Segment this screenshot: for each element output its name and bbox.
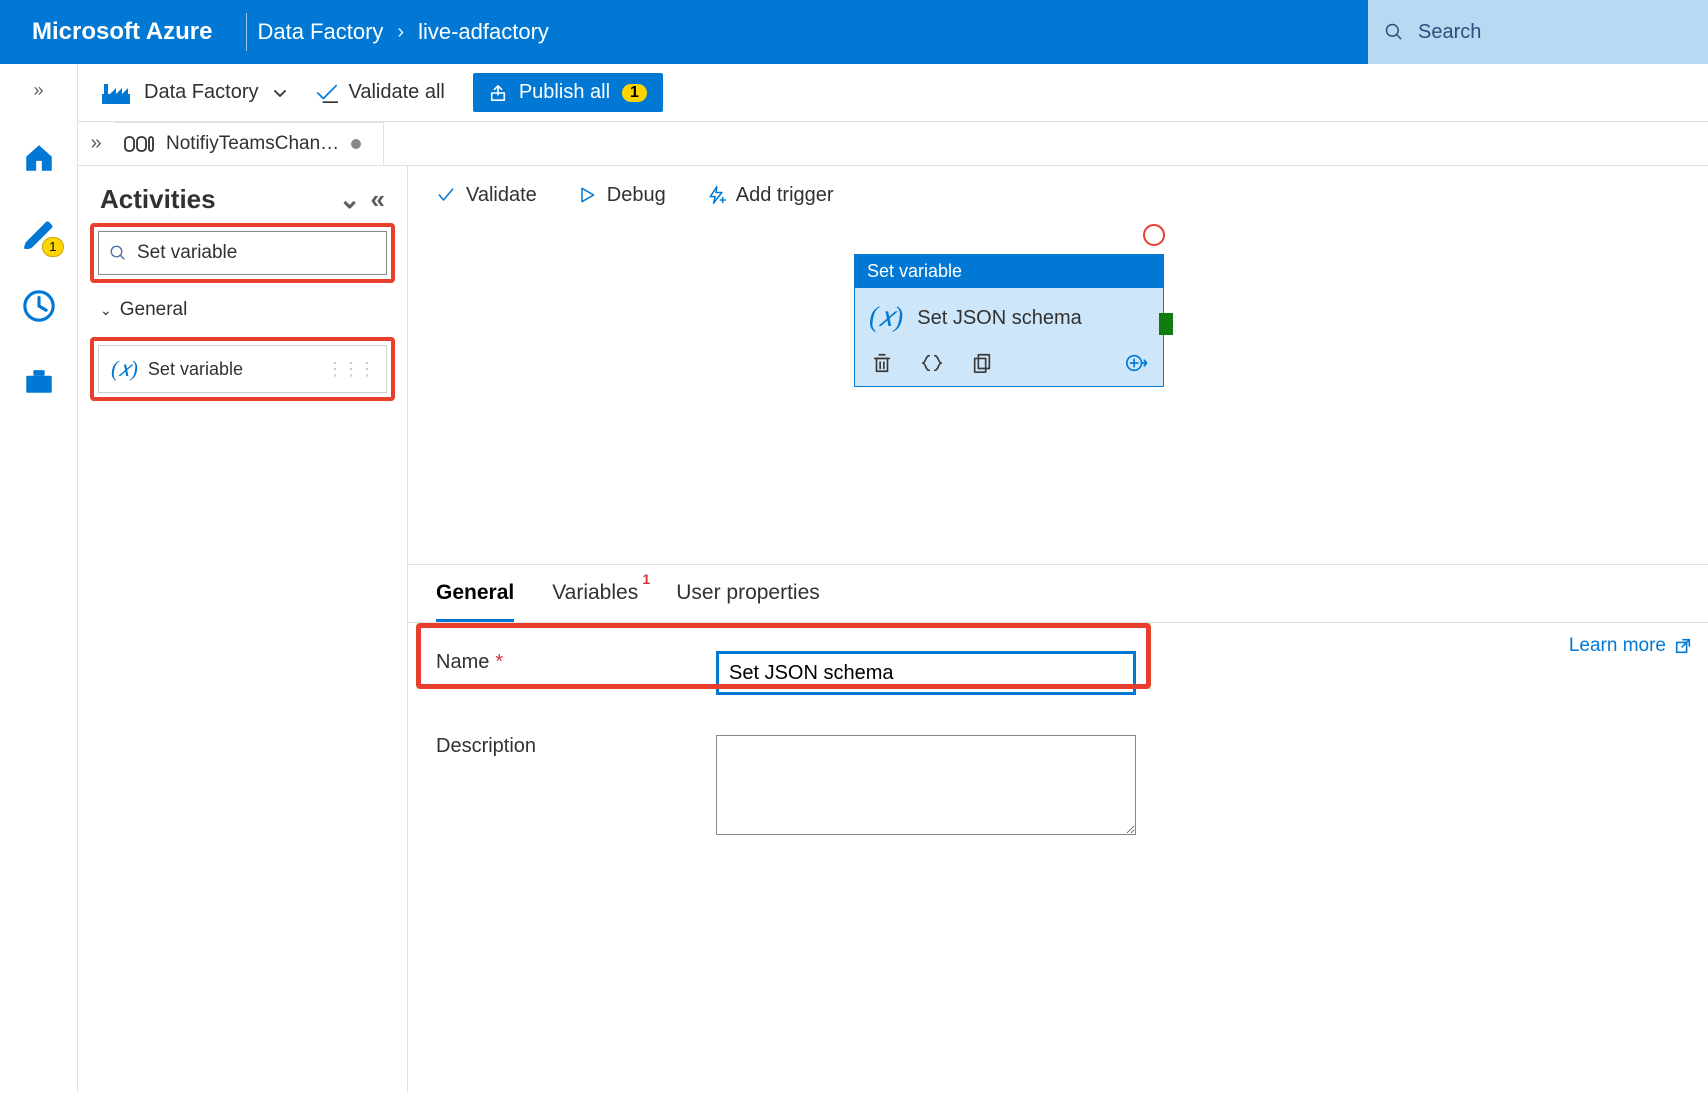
global-search[interactable]: Search <box>1368 0 1708 64</box>
validate-all-label: Validate all <box>348 81 444 104</box>
pipeline-tab-title: NotifiyTeamsChan… <box>166 133 339 155</box>
variable-icon: (𝑥) <box>869 302 903 334</box>
chevron-down-icon <box>272 85 288 101</box>
activity-item-label: Set variable <box>148 359 243 380</box>
activities-panel: Activities ⌄ « Set variable ⌄ General <box>78 166 408 1093</box>
tutorial-highlight-item: (𝑥) Set variable ⋮⋮⋮ <box>90 337 395 401</box>
factory-selector[interactable]: Data Factory <box>102 81 288 104</box>
author-icon[interactable]: 1 <box>22 215 56 249</box>
activity-item-set-variable[interactable]: (𝑥) Set variable ⋮⋮⋮ <box>98 345 387 393</box>
author-badge: 1 <box>42 237 63 257</box>
add-trigger-label: Add trigger <box>736 184 834 207</box>
editor-tabs: » NotifiyTeamsChan… <box>78 122 1708 166</box>
activity-group-label: General <box>120 299 188 321</box>
success-output-handle[interactable] <box>1159 313 1173 335</box>
lightning-icon <box>706 185 726 205</box>
search-icon <box>1384 22 1404 42</box>
collapse-left-icon[interactable]: « <box>371 184 385 215</box>
pipeline-canvas[interactable]: Set variable (𝑥) Set JSON schema <box>408 224 1708 564</box>
debug-label: Debug <box>607 184 666 207</box>
validate-all-icon <box>316 83 338 103</box>
validation-indicator-icon <box>1143 224 1165 246</box>
tab-variables-badge: 1 <box>642 571 650 587</box>
validate-all-button[interactable]: Validate all <box>316 81 444 104</box>
toolbox-icon[interactable] <box>22 363 56 397</box>
search-icon <box>109 244 127 262</box>
add-trigger-button[interactable]: Add trigger <box>706 184 834 207</box>
tab-user-properties[interactable]: User properties <box>676 581 820 622</box>
expand-left-panel[interactable]: » <box>78 122 114 165</box>
tab-general[interactable]: General <box>436 581 514 622</box>
chevron-down-icon: ⌄ <box>100 302 112 319</box>
chevron-right-icon: › <box>397 21 404 44</box>
activities-title: Activities <box>100 184 216 215</box>
monitor-icon[interactable] <box>22 289 56 323</box>
node-type-label: Set variable <box>855 255 1163 288</box>
tutorial-highlight-search: Set variable <box>90 223 395 283</box>
delete-icon[interactable] <box>871 352 893 374</box>
expand-rail-button[interactable]: » <box>33 80 43 101</box>
add-output-icon[interactable] <box>1125 352 1147 374</box>
activity-node-set-variable[interactable]: Set variable (𝑥) Set JSON schema <box>854 254 1164 387</box>
left-nav-rail: » 1 <box>0 64 78 1093</box>
variable-icon: (𝑥) <box>111 356 138 382</box>
pipeline-tab[interactable]: NotifiyTeamsChan… <box>114 122 384 165</box>
activity-group-general[interactable]: ⌄ General <box>78 291 407 329</box>
external-link-icon <box>1674 637 1692 655</box>
breadcrumb: Data Factory › live-adfactory <box>257 19 548 45</box>
publish-icon <box>489 84 507 102</box>
drag-handle-icon[interactable]: ⋮⋮⋮ <box>326 359 374 380</box>
home-icon[interactable] <box>22 141 56 175</box>
debug-button[interactable]: Debug <box>577 184 666 207</box>
validate-label: Validate <box>466 184 537 207</box>
validate-button[interactable]: Validate <box>436 184 537 207</box>
breadcrumb-root[interactable]: Data Factory <box>257 19 383 45</box>
breadcrumb-current[interactable]: live-adfactory <box>418 19 549 45</box>
property-tabs: General Variables 1 User properties <box>408 565 1708 623</box>
pipeline-icon <box>124 134 154 154</box>
tab-variables-label: Variables <box>552 581 638 604</box>
canvas-toolbar: Validate Debug Add trigger <box>408 166 1708 224</box>
publish-count-badge: 1 <box>622 84 647 102</box>
play-icon <box>577 185 597 205</box>
properties-panel: General Variables 1 User properties Lear… <box>408 564 1708 875</box>
activities-search-value: Set variable <box>137 242 237 264</box>
description-label: Description <box>436 735 696 758</box>
activities-search-input[interactable]: Set variable <box>98 231 387 275</box>
brand-label[interactable]: Microsoft Azure <box>0 18 236 46</box>
factory-label: Data Factory <box>144 81 258 104</box>
collapse-down-icon[interactable]: ⌄ <box>339 184 361 215</box>
search-placeholder: Search <box>1418 21 1481 44</box>
name-label: Name* <box>436 651 696 674</box>
name-input[interactable] <box>716 651 1136 695</box>
factory-toolbar: Data Factory Validate all Publish all 1 <box>78 64 1708 122</box>
divider <box>246 13 247 51</box>
publish-all-button[interactable]: Publish all 1 <box>473 73 663 112</box>
description-input[interactable] <box>716 735 1136 835</box>
learn-more-label: Learn more <box>1569 635 1666 657</box>
factory-icon <box>102 82 130 104</box>
code-icon[interactable] <box>921 352 943 374</box>
unsaved-dot-icon <box>351 139 361 149</box>
tab-variables[interactable]: Variables 1 <box>552 581 638 622</box>
copy-icon[interactable] <box>971 352 993 374</box>
node-name-label: Set JSON schema <box>917 307 1082 330</box>
check-icon <box>436 185 456 205</box>
learn-more-link[interactable]: Learn more <box>1569 635 1692 657</box>
publish-all-label: Publish all <box>519 81 610 104</box>
azure-top-bar: Microsoft Azure Data Factory › live-adfa… <box>0 0 1708 64</box>
